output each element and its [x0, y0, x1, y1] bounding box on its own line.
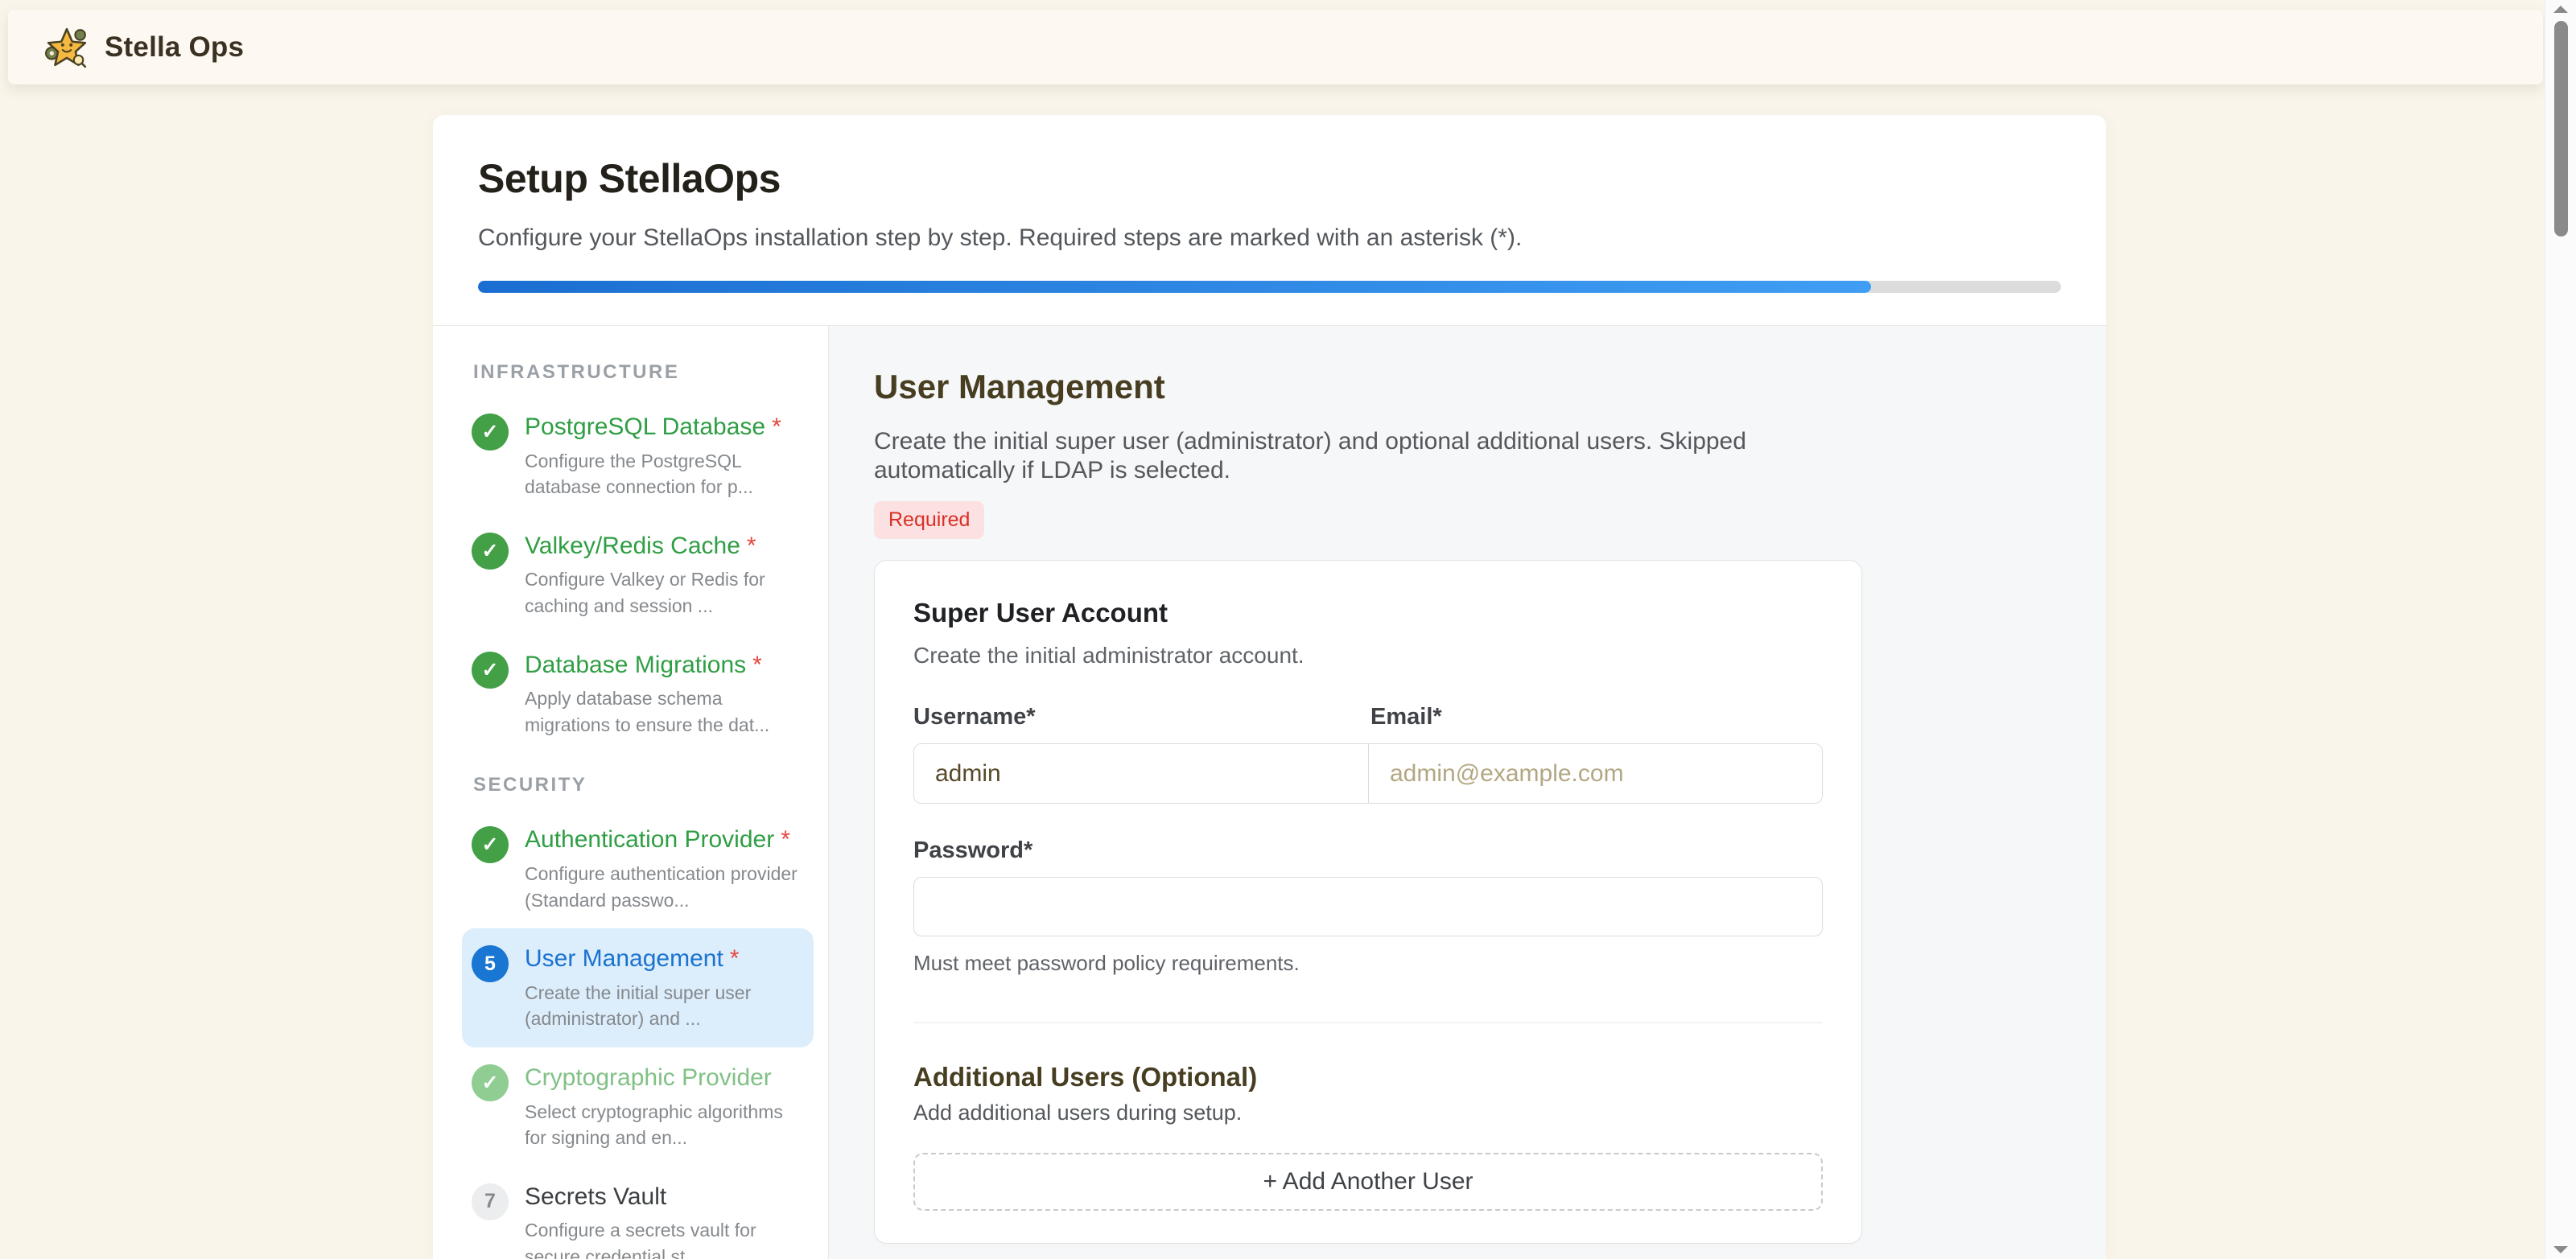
scrollbar-thumb[interactable]: [2554, 21, 2568, 237]
step-title: PostgreSQL Database*: [525, 412, 804, 442]
step-description: Create the initial super user (administr…: [525, 980, 804, 1032]
step-heading: User Management: [874, 368, 2106, 406]
progress-bar: [478, 281, 2061, 293]
card-divider: [913, 1022, 1823, 1023]
step-title: Cryptographic Provider: [525, 1063, 804, 1093]
super-user-card: Super User Account Create the initial ad…: [874, 560, 1862, 1244]
card-title: Super User Account: [913, 598, 1823, 628]
scrollbar-down-arrow-icon[interactable]: [2553, 1246, 2568, 1253]
required-badge: Required: [874, 501, 984, 539]
page: { "navbar": { "brand": "Stella Ops" }, "…: [0, 0, 2576, 1259]
sidebar-item-secrets-vault[interactable]: 7 Secrets Vault Configure a secrets vaul…: [462, 1166, 814, 1259]
step-number-badge: 5: [472, 945, 509, 982]
check-circle-icon: ✓: [472, 652, 509, 689]
sidebar-item-cryptographic-provider[interactable]: ✓ Cryptographic Provider Select cryptogr…: [462, 1047, 814, 1166]
step-title: Database Migrations*: [525, 650, 804, 681]
add-another-user-button[interactable]: + Add Another User: [913, 1153, 1823, 1211]
stellaops-logo-icon: [45, 26, 89, 69]
username-input[interactable]: [914, 744, 1368, 803]
additional-users-subtitle: Add additional users during setup.: [913, 1101, 1823, 1125]
username-email-input-group: [913, 743, 1823, 804]
step-description-text: Create the initial super user (administr…: [874, 427, 1848, 485]
step-title: Authentication Provider*: [525, 825, 804, 855]
required-asterisk: *: [781, 826, 790, 853]
email-input[interactable]: [1368, 744, 1822, 803]
setup-steps-sidebar: INFRASTRUCTURE ✓ PostgreSQL Database* Co…: [433, 326, 829, 1259]
sidebar-item-authentication-provider[interactable]: ✓ Authentication Provider* Configure aut…: [462, 809, 814, 928]
panel-body: INFRASTRUCTURE ✓ PostgreSQL Database* Co…: [433, 326, 2106, 1259]
step-content: User Management Create the initial super…: [829, 326, 2106, 1259]
step-description: Configure a secrets vault for secure cre…: [525, 1217, 804, 1259]
password-label: Password*: [913, 837, 1823, 864]
step-title: User Management*: [525, 944, 804, 974]
required-asterisk: *: [747, 533, 756, 559]
username-label: Username*: [913, 704, 1366, 730]
setup-panel: Setup StellaOps Configure your StellaOps…: [433, 115, 2106, 1259]
step-description: Select cryptographic algorithms for sign…: [525, 1099, 804, 1151]
page-title: Setup StellaOps: [478, 155, 2061, 202]
brand-name: Stella Ops: [105, 31, 244, 64]
step-title: Valkey/Redis Cache*: [525, 531, 804, 562]
required-asterisk: *: [730, 945, 740, 972]
progress-fill: [478, 281, 1871, 293]
section-label-security: SECURITY: [473, 774, 814, 796]
step-description: Configure Valkey or Redis for caching an…: [525, 566, 804, 619]
additional-users-title: Additional Users (Optional): [913, 1062, 1823, 1092]
sidebar-item-valkey-redis-cache[interactable]: ✓ Valkey/Redis Cache* Configure Valkey o…: [462, 516, 814, 635]
setup-header: Setup StellaOps Configure your StellaOps…: [433, 115, 2106, 326]
app-header: Stella Ops: [8, 10, 2543, 84]
card-subtitle: Create the initial administrator account…: [913, 643, 1823, 669]
scrollbar-up-arrow-icon[interactable]: [2553, 6, 2568, 13]
password-help-text: Must meet password policy requirements.: [913, 951, 1823, 976]
check-circle-icon: ✓: [472, 826, 509, 863]
check-circle-icon: ✓: [472, 533, 509, 570]
sidebar-item-postgresql-database[interactable]: ✓ PostgreSQL Database* Configure the Pos…: [462, 397, 814, 516]
step-number-badge: 7: [472, 1183, 509, 1220]
page-scrollbar[interactable]: [2545, 0, 2576, 1259]
sidebar-item-user-management[interactable]: 5 User Management* Create the initial su…: [462, 928, 814, 1047]
sidebar-item-database-migrations[interactable]: ✓ Database Migrations* Apply database sc…: [462, 635, 814, 754]
section-label-infrastructure: INFRASTRUCTURE: [473, 361, 814, 384]
step-description: Configure the PostgreSQL database connec…: [525, 448, 804, 500]
page-subtitle: Configure your StellaOps installation st…: [478, 224, 2061, 252]
email-label: Email*: [1370, 704, 1823, 730]
step-description: Configure authentication provider (Stand…: [525, 861, 804, 913]
field-labels-row: Username* Email*: [913, 704, 1823, 743]
check-circle-icon: ✓: [472, 1064, 509, 1101]
step-description: Apply database schema migrations to ensu…: [525, 685, 804, 738]
required-asterisk: *: [772, 413, 781, 440]
step-title: Secrets Vault: [525, 1182, 804, 1212]
password-input[interactable]: [913, 877, 1823, 936]
check-circle-icon: ✓: [472, 413, 509, 451]
required-asterisk: *: [752, 652, 762, 678]
